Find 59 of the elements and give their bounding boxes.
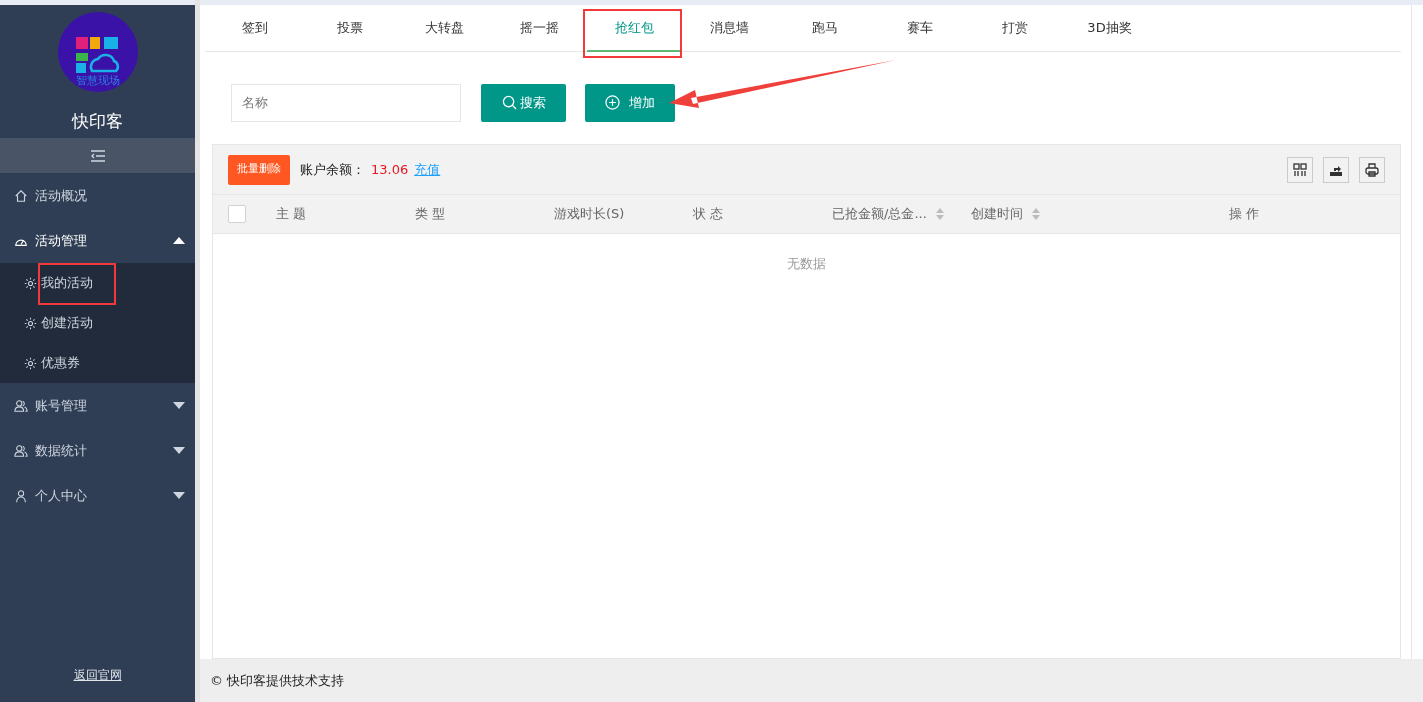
column-header: 创建时间 (971, 205, 1023, 224)
back-to-site-link[interactable]: 返回官网 (73, 666, 122, 684)
column-header: 游戏时长(S) (554, 205, 625, 224)
column-header: 类 型 (415, 205, 446, 224)
gear-icon (24, 356, 37, 370)
logo-text: 智慧现场 (75, 75, 120, 86)
search-icon (501, 95, 517, 110)
sort-icon[interactable] (934, 208, 945, 220)
home-icon (14, 188, 28, 203)
menu-icon (89, 149, 106, 162)
logo-drawing (73, 35, 122, 75)
columns-icon (1293, 162, 1307, 177)
export-button[interactable] (1323, 156, 1349, 183)
print-icon (1365, 162, 1379, 177)
search-button[interactable]: 搜索 (481, 83, 566, 122)
tab[interactable]: 消息墙 (682, 5, 777, 52)
print-button[interactable] (1359, 156, 1385, 183)
caret-down-icon (173, 492, 185, 499)
columns-button[interactable] (1287, 156, 1313, 183)
column-header: 已抢金额/总金... (832, 205, 927, 224)
tab[interactable]: 摇一摇 (492, 5, 587, 52)
submenu-item[interactable]: 创建活动 (0, 303, 195, 343)
submenu-item[interactable]: 优惠券 (0, 343, 195, 383)
submenu-item[interactable]: 我的活动 (0, 263, 195, 303)
tab[interactable]: 抢红包 (587, 5, 682, 52)
search-field[interactable]: 名称 (231, 83, 461, 122)
footer-text: © 快印客提供技术支持 (210, 671, 345, 690)
plus-circle-icon (605, 95, 620, 110)
collapse-bar[interactable] (0, 138, 195, 173)
column-header: 状 态 (693, 205, 724, 224)
sidebar-item[interactable]: 活动概况 (0, 173, 195, 218)
users-icon (14, 443, 28, 458)
sidebar-item[interactable]: 账号管理 (0, 383, 195, 428)
tab[interactable]: 大转盘 (397, 5, 492, 52)
users-icon (14, 398, 28, 413)
caret-up-icon (173, 237, 185, 244)
gear-icon (24, 316, 37, 330)
balance-label: 账户余额： (300, 160, 365, 179)
sidebar-item[interactable]: 活动管理 (0, 218, 195, 263)
sort-icon[interactable] (1031, 208, 1041, 220)
balance-value: 13.06 (371, 160, 409, 179)
tab[interactable]: 3D抽奖 (1062, 5, 1157, 52)
caret-down-icon (173, 402, 185, 409)
tab[interactable]: 赛车 (872, 5, 967, 52)
tab[interactable]: 打赏 (967, 5, 1062, 52)
column-header: 操 作 (1229, 205, 1260, 224)
add-button[interactable]: 增加 (585, 83, 675, 122)
gear-icon (24, 276, 37, 290)
caret-down-icon (173, 447, 185, 454)
tab[interactable]: 签到 (207, 5, 302, 52)
sidebar-item[interactable]: 个人中心 (0, 473, 195, 518)
empty-message: 无数据 (787, 255, 826, 273)
sidebar-item[interactable]: 数据统计 (0, 428, 195, 473)
tab[interactable]: 跑马 (777, 5, 872, 52)
tab[interactable]: 投票 (302, 5, 397, 52)
column-header: 主 题 (276, 205, 307, 224)
select-all-checkbox[interactable] (228, 205, 246, 223)
user-icon (14, 488, 28, 503)
brand-name: 快印客 (70, 110, 124, 133)
